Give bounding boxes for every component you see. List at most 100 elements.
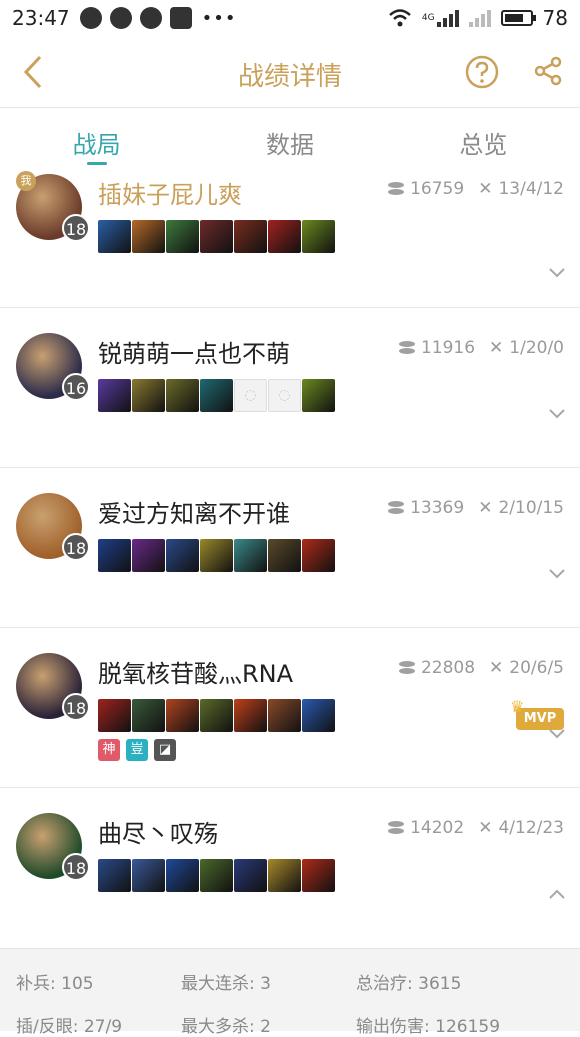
summary-max-streak: 最大连杀: 3 — [181, 974, 271, 994]
chevron-down-icon[interactable] — [548, 267, 566, 279]
kda-icon: ✕ — [489, 658, 504, 678]
item-icon[interactable] — [302, 539, 335, 572]
honor-badge-icon: ◪ — [154, 739, 176, 761]
item-icon[interactable] — [98, 539, 131, 572]
tab-data[interactable]: 数据 — [193, 109, 386, 167]
chevron-down-icon[interactable] — [548, 408, 566, 420]
summary-damage: 输出伤害: 126159 — [356, 1017, 501, 1037]
champion-level: 18 — [62, 533, 90, 561]
item-icon[interactable] — [302, 699, 335, 732]
item-icon[interactable] — [98, 699, 131, 732]
battery-percent: 78 — [542, 6, 568, 30]
item-icon[interactable] — [234, 699, 267, 732]
app-header: 战绩详情 — [0, 36, 580, 108]
player-row[interactable]: 18 爱过方知离不开谁 13369 ✕ 2/10/15 — [0, 468, 580, 628]
item-icon[interactable] — [132, 699, 165, 732]
player-stats: 11916 ✕ 1/20/0 — [398, 338, 564, 358]
honor-badge: 豈 — [126, 739, 148, 761]
player-stats: 14202 ✕ 4/12/23 — [388, 818, 564, 838]
player-kda: 20/6/5 — [509, 658, 564, 678]
kda-icon: ✕ — [489, 338, 504, 358]
champion-level: 18 — [62, 853, 90, 881]
player-gold: 22808 — [420, 658, 476, 678]
item-icon[interactable] — [302, 379, 335, 412]
player-row[interactable]: 我 18 插妹子屁儿爽 16759 ✕ 13/4/12 — [0, 167, 580, 308]
item-icon[interactable] — [98, 220, 131, 253]
item-icon[interactable] — [166, 220, 199, 253]
item-icon[interactable] — [234, 539, 267, 572]
item-list — [98, 699, 335, 732]
network-type: 4G — [421, 13, 435, 23]
item-icon[interactable] — [234, 220, 267, 253]
item-list — [98, 539, 335, 572]
wifi-icon — [389, 9, 411, 27]
gold-icon — [398, 341, 415, 355]
player-gold: 16759 — [410, 179, 465, 199]
player-stats: 16759 ✕ 13/4/12 — [388, 179, 564, 199]
item-icon[interactable] — [98, 859, 131, 892]
player-row[interactable]: 16 锐萌萌一点也不萌 11916 ✕ 1/20/0 ◌ ◌ — [0, 308, 580, 468]
self-marker-icon: 我 — [16, 171, 36, 191]
item-icon[interactable] — [268, 859, 301, 892]
item-icon[interactable] — [98, 379, 131, 412]
item-icon[interactable] — [268, 539, 301, 572]
player-name: 插妹子屁儿爽 — [98, 181, 242, 209]
gold-icon — [388, 182, 405, 196]
player-name: 锐萌萌一点也不萌 — [98, 340, 290, 368]
signal-weak-icon — [468, 9, 491, 27]
mvp-badge: MVP — [510, 696, 564, 730]
item-icon[interactable] — [132, 859, 165, 892]
item-icon[interactable] — [166, 539, 199, 572]
summary-wards: 插/反眼: 27/9 — [16, 1017, 123, 1037]
tab-match[interactable]: 战局 — [0, 109, 193, 167]
item-icon[interactable] — [200, 220, 233, 253]
item-icon[interactable] — [132, 220, 165, 253]
share-icon[interactable] — [533, 56, 563, 86]
item-icon[interactable] — [166, 859, 199, 892]
item-icon[interactable] — [132, 539, 165, 572]
summary-max-multikill: 最大多杀: 2 — [181, 1017, 271, 1037]
kda-icon: ✕ — [478, 818, 493, 838]
tab-overview[interactable]: 总览 — [387, 109, 580, 167]
item-icon[interactable] — [166, 699, 199, 732]
champion-level: 18 — [62, 214, 90, 242]
player-kda: 1/20/0 — [509, 338, 564, 358]
player-row[interactable]: 18 曲尽丶叹殇 14202 ✕ 4/12/23 — [0, 788, 580, 928]
message-notification-icon — [109, 7, 132, 29]
item-icon[interactable] — [132, 379, 165, 412]
item-icon[interactable] — [302, 859, 335, 892]
battery-fill — [504, 14, 524, 22]
honor-badges: 神豈 ◪ — [98, 739, 176, 761]
gold-icon — [388, 501, 405, 515]
player-name: 曲尽丶叹殇 — [98, 820, 218, 848]
player-stats: 13369 ✕ 2/10/15 — [388, 498, 564, 518]
chevron-up-icon[interactable] — [548, 888, 566, 900]
chevron-down-icon[interactable] — [548, 728, 566, 740]
item-icon[interactable] — [200, 539, 233, 572]
item-icon[interactable] — [166, 379, 199, 412]
empty-item-slot: ◌ — [268, 379, 301, 412]
item-icon[interactable] — [234, 859, 267, 892]
champion-level: 18 — [62, 693, 90, 721]
more-notifications-icon: ••• — [201, 7, 237, 29]
player-gold: 11916 — [420, 338, 476, 358]
help-icon[interactable] — [465, 55, 499, 89]
honor-badge: 神 — [98, 739, 120, 761]
kda-icon: ✕ — [478, 179, 493, 199]
item-icon[interactable] — [268, 220, 301, 253]
kda-icon: ✕ — [478, 498, 493, 518]
item-icon[interactable] — [268, 699, 301, 732]
chevron-down-icon[interactable] — [548, 568, 566, 580]
champion-level: 16 — [62, 373, 90, 401]
player-list: 我 18 插妹子屁儿爽 16759 ✕ 13/4/12 16 锐萌萌一点也不萌 119… — [0, 167, 580, 928]
item-icon[interactable] — [200, 859, 233, 892]
item-icon[interactable] — [200, 379, 233, 412]
status-time: 23:47 — [12, 6, 70, 30]
item-icon[interactable] — [200, 699, 233, 732]
player-row[interactable]: 18 脱氧核苷酸灬RNA 22808 ✕ 20/6/5 神豈 ◪ MVP — [0, 628, 580, 788]
item-icon[interactable] — [302, 220, 335, 253]
status-bar: 23:47 ••• 4G 78 — [0, 0, 580, 36]
chat-notification-icon — [79, 7, 102, 29]
item-list: ◌ ◌ — [98, 379, 335, 412]
player-stats: 22808 ✕ 20/6/5 — [398, 658, 564, 678]
